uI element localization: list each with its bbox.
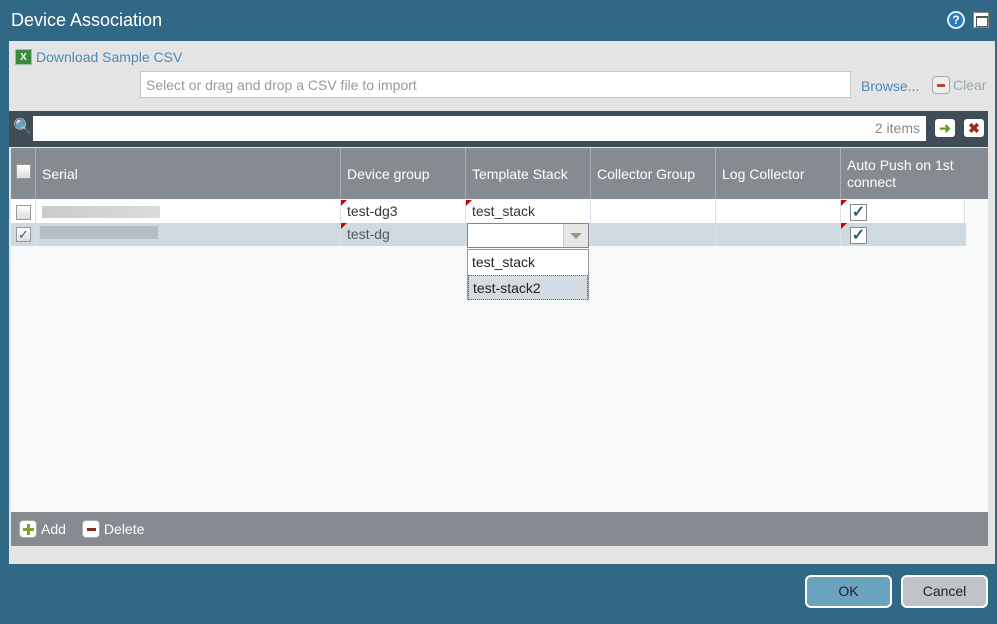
chevron-down-icon[interactable]	[563, 224, 588, 247]
template-stack-value: test_stack	[472, 203, 536, 219]
auto-push-cell: ✓	[840, 223, 966, 246]
cancel-button[interactable]: Cancel	[901, 575, 988, 608]
dialog-title: Device Association	[11, 10, 163, 30]
template-stack-cell[interactable]: test_stack	[465, 200, 590, 223]
auto-push-checkbox[interactable]: ✓	[850, 204, 867, 221]
col-device-group[interactable]: Device group	[340, 148, 465, 199]
clear-label: Clear	[953, 77, 987, 93]
collector-group-cell[interactable]	[590, 200, 715, 223]
item-count: 2 items	[874, 120, 920, 136]
search-input[interactable]: 2 items	[33, 116, 926, 141]
row-checkbox-checked[interactable]: ✓	[16, 227, 31, 242]
dropdown-option[interactable]: test_stack	[468, 250, 588, 275]
csv-file-input[interactable]: Select or drag and drop a CSV file to im…	[140, 71, 851, 98]
device-group-cell[interactable]: test-dg	[340, 223, 465, 246]
log-collector-cell[interactable]	[715, 200, 840, 223]
device-group-value: test-dg3	[347, 203, 398, 219]
add-label: Add	[41, 521, 66, 537]
redacted-serial	[40, 226, 158, 239]
delete-label: Delete	[103, 521, 145, 537]
table-row[interactable]: test-dg3 test_stack ✓	[11, 200, 966, 223]
download-sample-csv-link[interactable]: X Download Sample CSV	[15, 49, 182, 65]
log-collector-cell[interactable]	[715, 223, 840, 246]
dropdown-option-highlighted[interactable]: test-stack2	[468, 275, 588, 300]
clear-filter-x-icon[interactable]: ✖	[964, 119, 984, 137]
collector-group-cell[interactable]	[590, 223, 715, 246]
minus-icon	[81, 520, 100, 538]
plus-icon	[19, 520, 37, 538]
search-icon: 🔍	[13, 119, 33, 136]
ok-button[interactable]: OK	[805, 575, 892, 608]
delete-button[interactable]: Delete	[81, 520, 145, 538]
col-auto-push[interactable]: Auto Push on 1st connect	[840, 148, 988, 199]
row-checkbox[interactable]	[16, 205, 31, 220]
minus-icon	[932, 76, 950, 94]
device-group-cell[interactable]: test-dg3	[340, 200, 465, 223]
select-all-checkbox[interactable]	[16, 164, 31, 179]
table-header: Serial Device group Template Stack Colle…	[11, 148, 988, 199]
download-label[interactable]: Download Sample CSV	[36, 49, 182, 65]
help-icon[interactable]: ?	[947, 11, 965, 29]
col-template-stack[interactable]: Template Stack	[465, 148, 590, 199]
table-footer: Add Delete	[11, 512, 988, 546]
template-stack-dropdown-list: test_stack test-stack2	[467, 249, 589, 300]
excel-icon: X	[15, 49, 32, 65]
auto-push-cell: ✓	[840, 200, 965, 223]
clear-button[interactable]: Clear	[932, 76, 986, 94]
redacted-serial	[42, 206, 160, 218]
browse-link[interactable]: Browse...	[861, 78, 919, 94]
auto-push-checkbox[interactable]: ✓	[850, 227, 867, 244]
serial-cell	[35, 223, 340, 246]
col-collector-group[interactable]: Collector Group	[590, 148, 715, 199]
device-group-value: test-dg	[347, 226, 390, 242]
serial-cell	[35, 200, 340, 223]
col-serial[interactable]: Serial	[35, 148, 340, 199]
col-log-collector[interactable]: Log Collector	[715, 148, 840, 199]
maximize-icon[interactable]	[973, 12, 989, 28]
add-button[interactable]: Add	[19, 520, 66, 538]
apply-filter-arrow-icon[interactable]: ➜	[935, 119, 955, 137]
